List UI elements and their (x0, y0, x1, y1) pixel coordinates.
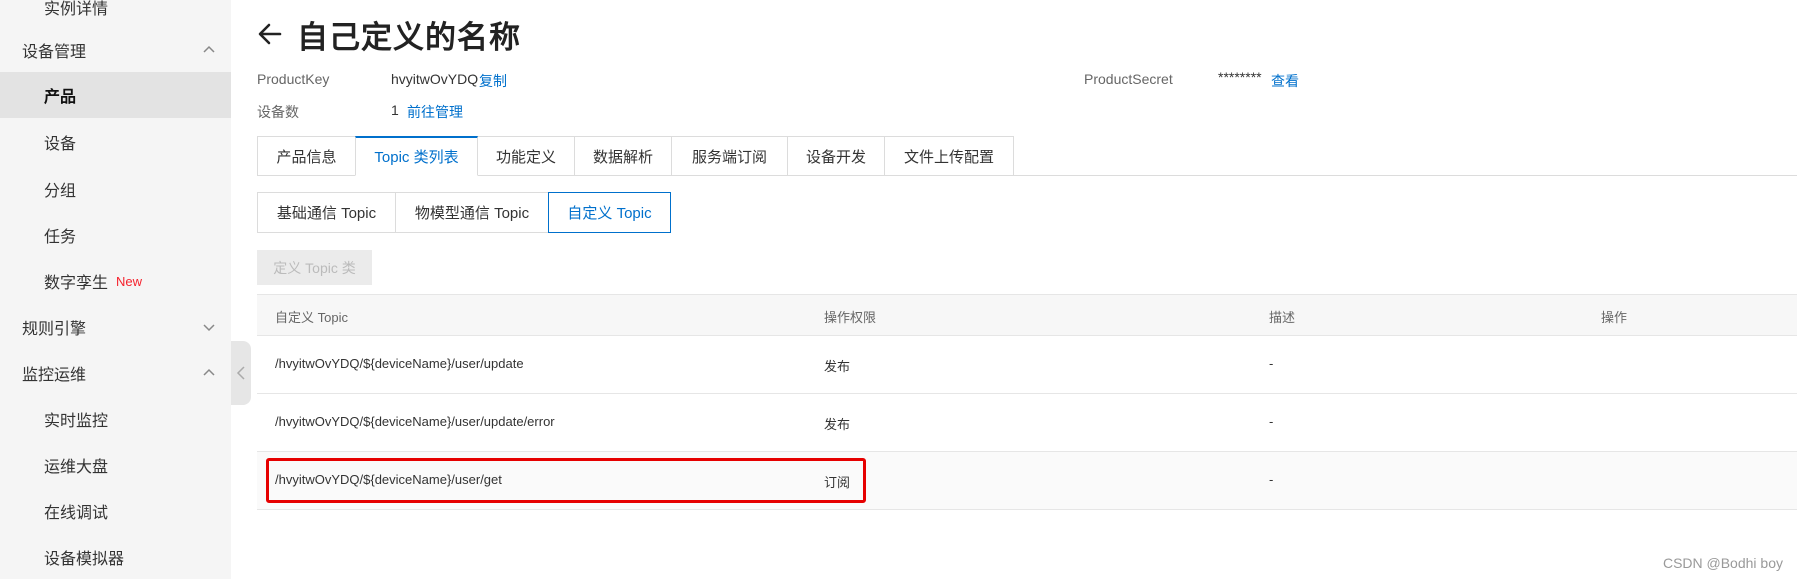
sidebar-item-label: 设备 (44, 136, 77, 153)
tab-label: 服务端订阅 (691, 148, 767, 166)
sidebar-group-device-management[interactable]: 设备管理 (0, 27, 231, 73)
sidebar-item-device-simulator[interactable]: 设备模拟器 (0, 534, 231, 580)
tab-label: Topic 类列表 (374, 149, 459, 166)
tab-label: 功能定义 (495, 148, 556, 166)
permission-cell: 发布 (824, 417, 851, 432)
sidebar-item-label: 设备模拟器 (44, 551, 125, 568)
tab-device-development[interactable]: 设备开发 (787, 136, 885, 176)
highlight-annotation-box (266, 458, 866, 503)
subtab-label: 自定义 Topic (567, 205, 652, 222)
column-header-description: 描述 (1269, 310, 1296, 325)
manage-devices-link[interactable]: 前往管理 (407, 102, 463, 122)
sidebar-group-rule-engine[interactable]: 规则引擎 (0, 304, 231, 350)
tab-label: 产品信息 (276, 148, 337, 166)
sidebar-item-online-debug[interactable]: 在线调试 (0, 488, 231, 534)
product-secret-label: ProductSecret (1084, 71, 1173, 87)
tab-server-subscription[interactable]: 服务端订阅 (671, 136, 788, 176)
description-cell: - (1269, 356, 1274, 371)
sidebar-item-digital-twin[interactable]: 数字孪生 New (0, 258, 231, 304)
watermark: CSDN @Bodhi boy (1662, 555, 1783, 571)
new-badge: New (116, 273, 143, 289)
define-topic-class-button[interactable]: 定义 Topic 类 (257, 250, 372, 285)
tab-label: 文件上传配置 (903, 148, 994, 166)
sidebar-item-label: 运维大盘 (44, 459, 109, 476)
subtab-label: 基础通信 Topic (276, 205, 377, 222)
subtab-custom-topic[interactable]: 自定义 Topic (548, 192, 671, 233)
sidebar-item-label: 设备管理 (22, 44, 87, 61)
sidebar-item-label: 实例详情 (44, 1, 109, 18)
tab-label: 设备开发 (805, 148, 866, 166)
device-count-label: 设备数 (257, 104, 299, 120)
chevron-left-icon (236, 366, 245, 380)
sidebar-item-device[interactable]: 设备 (0, 119, 231, 165)
tab-topic-list[interactable]: Topic 类列表 (355, 136, 478, 176)
sidebar-item-realtime-monitor[interactable]: 实时监控 (0, 396, 231, 442)
chevron-up-icon (203, 45, 215, 53)
sidebar-item-label: 数字孪生 (44, 275, 109, 292)
sidebar-item-ops-dashboard[interactable]: 运维大盘 (0, 442, 231, 488)
device-count-value: 1 (391, 102, 399, 118)
sidebar-item-label: 实时监控 (44, 413, 109, 430)
tab-label: 数据解析 (592, 148, 653, 166)
table-row: /hvyitwOvYDQ/${deviceName}/user/update 发… (257, 336, 1797, 394)
product-key-value: hvyitwOvYDQ (391, 71, 479, 87)
description-cell: - (1269, 414, 1274, 429)
table-header: 自定义 Topic 操作权限 描述 操作 (257, 294, 1797, 336)
sidebar-item-group[interactable]: 分组 (0, 166, 231, 212)
subtab-thing-model-topic[interactable]: 物模型通信 Topic (395, 192, 549, 233)
sidebar-item-task[interactable]: 任务 (0, 212, 231, 258)
sidebar-item-label: 任务 (44, 229, 77, 246)
sidebar-item-product[interactable]: 产品 (0, 72, 231, 118)
subtab-label: 物模型通信 Topic (414, 205, 530, 222)
sidebar-item-instance-detail[interactable]: 实例详情 (0, 0, 231, 30)
arrow-left-icon[interactable] (256, 20, 284, 48)
tab-product-info[interactable]: 产品信息 (257, 136, 356, 176)
sidebar-group-monitoring[interactable]: 监控运维 (0, 350, 231, 396)
permission-cell: 发布 (824, 359, 851, 374)
page-title: 自己定义的名称 (297, 20, 521, 55)
sidebar-item-label: 规则引擎 (22, 321, 87, 338)
topic-cell: /hvyitwOvYDQ/${deviceName}/user/update (275, 356, 524, 371)
chevron-up-icon (203, 368, 215, 376)
topic-cell: /hvyitwOvYDQ/${deviceName}/user/update/e… (275, 414, 555, 429)
product-secret-value: ******** (1218, 69, 1262, 85)
chevron-down-icon (203, 324, 215, 332)
description-cell: - (1269, 472, 1274, 487)
column-header-topic: 自定义 Topic (275, 310, 348, 325)
column-header-permission: 操作权限 (824, 310, 877, 325)
tab-file-upload-config[interactable]: 文件上传配置 (884, 136, 1014, 176)
sidebar-item-label: 在线调试 (44, 505, 109, 522)
copy-link[interactable]: 复制 (479, 71, 507, 91)
sidebar-collapse-handle[interactable] (231, 341, 251, 405)
table-row: /hvyitwOvYDQ/${deviceName}/user/update/e… (257, 394, 1797, 452)
column-header-actions: 操作 (1601, 310, 1628, 325)
view-secret-link[interactable]: 查看 (1271, 71, 1299, 91)
tab-data-parsing[interactable]: 数据解析 (574, 136, 672, 176)
sidebar-item-label: 监控运维 (22, 367, 87, 384)
subtab-basic-topic[interactable]: 基础通信 Topic (257, 192, 396, 233)
tab-function-definition[interactable]: 功能定义 (477, 136, 575, 176)
sidebar-item-label: 产品 (44, 89, 77, 106)
sidebar: 实例详情 设备管理 产品 设备 分组 任务 数字孪生 New 规则引擎 监控运维… (0, 0, 231, 579)
sidebar-item-label: 分组 (44, 183, 77, 200)
product-key-label: ProductKey (257, 71, 330, 87)
